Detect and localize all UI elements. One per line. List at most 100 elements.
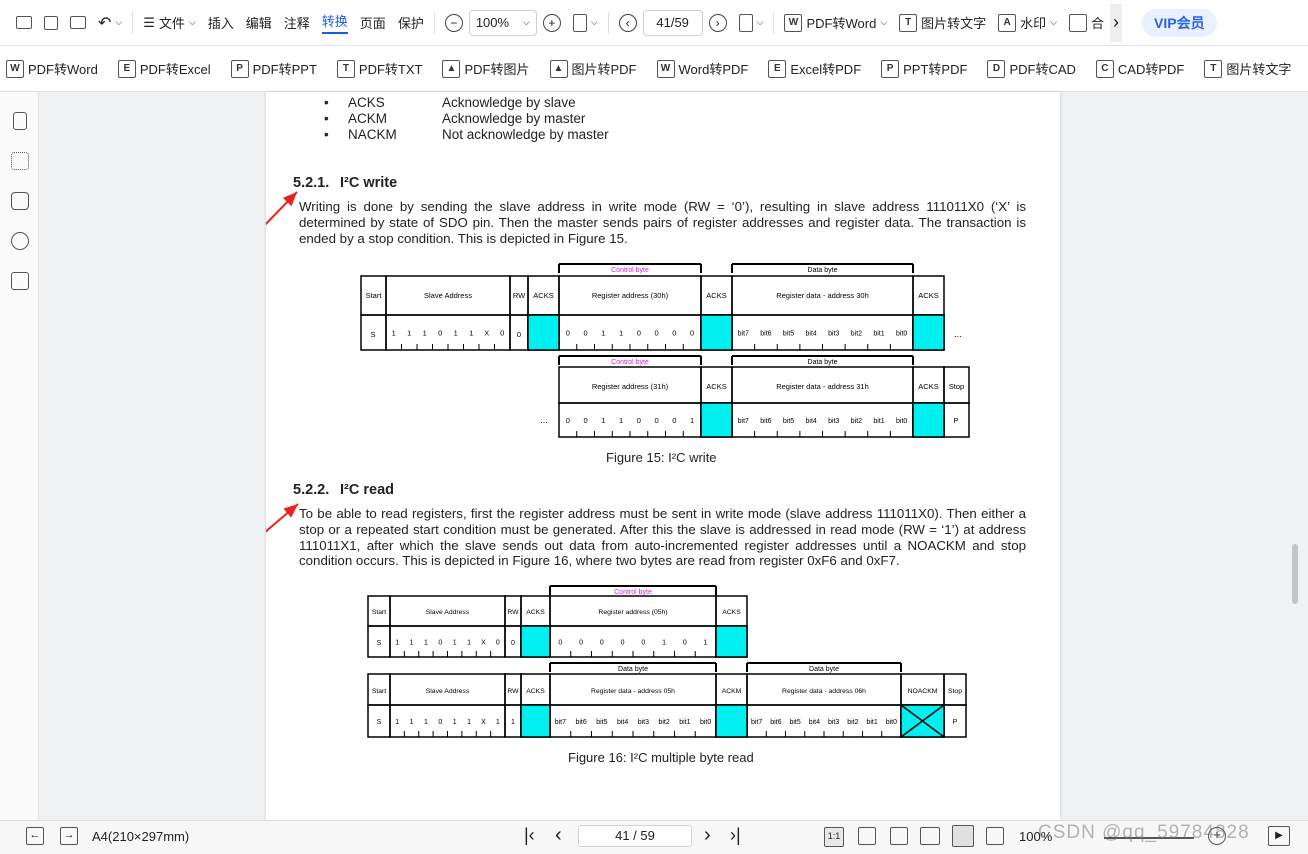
separator bbox=[607, 11, 609, 34]
convert-ppt-to-pdf[interactable]: P PPT转PDF bbox=[875, 54, 973, 84]
header-label: Slave Address bbox=[426, 688, 470, 695]
bit-label: bit1 bbox=[873, 418, 884, 425]
bit-label: bit5 bbox=[596, 719, 607, 726]
last-page-icon[interactable]: ›| bbox=[730, 825, 741, 846]
bit-label: 0 bbox=[438, 329, 442, 338]
pdf-to-word-button[interactable]: W PDF转Word ⌵ bbox=[778, 8, 893, 38]
fit-page-icon[interactable] bbox=[858, 827, 876, 845]
convert-pdf-to-cad[interactable]: D PDF转CAD bbox=[981, 54, 1081, 84]
image-pdf-icon: ▲ bbox=[549, 59, 568, 78]
paper-size: A4(210×297mm) bbox=[92, 829, 190, 844]
prev-page-button[interactable]: ‹ bbox=[613, 8, 643, 38]
expand-sidebar-icon[interactable]: → bbox=[60, 827, 78, 845]
watermark-button[interactable]: A 水印 ⌵ bbox=[992, 8, 1063, 38]
view-mode-button[interactable]: ⌵ bbox=[733, 8, 770, 38]
header-label: ACKS bbox=[918, 382, 938, 391]
two-page-icon[interactable] bbox=[986, 827, 1004, 845]
zoom-select[interactable]: 100% ⌵ bbox=[468, 9, 537, 36]
search-icon[interactable] bbox=[11, 232, 29, 250]
menu-edit-label: 编辑 bbox=[245, 16, 272, 31]
bit-label: 1 bbox=[467, 640, 471, 647]
bit-label: 0 bbox=[637, 329, 641, 338]
header-label: Start bbox=[366, 291, 383, 300]
bit-label: 0 bbox=[566, 416, 570, 425]
separator bbox=[773, 11, 775, 34]
menu-file-label: 文件 bbox=[158, 16, 185, 31]
continuous-page-icon[interactable] bbox=[952, 825, 974, 847]
convert-pdf-to-word[interactable]: W PDF转Word bbox=[0, 54, 104, 84]
collapse-sidebar-icon[interactable]: ← bbox=[26, 827, 44, 845]
open-icon[interactable] bbox=[10, 8, 38, 38]
document-icon bbox=[738, 13, 753, 32]
menu-insert[interactable]: 插入 bbox=[202, 8, 240, 38]
actual-size-icon[interactable]: 1:1 bbox=[824, 827, 844, 847]
bit-label: 1 bbox=[469, 329, 473, 338]
convert-cad-to-pdf[interactable]: C CAD转PDF bbox=[1090, 54, 1190, 84]
page-number-input[interactable]: 41/59 bbox=[642, 9, 703, 36]
bit-label: 1 bbox=[601, 416, 605, 425]
toolbar-scroll-right[interactable]: › bbox=[1110, 3, 1123, 42]
bit-label: bit4 bbox=[806, 418, 817, 425]
vip-button[interactable]: VIP会员 bbox=[1142, 8, 1217, 37]
zoom-out-button[interactable]: − bbox=[439, 8, 469, 38]
watermark-icon: A bbox=[998, 13, 1017, 32]
vertical-scrollbar[interactable] bbox=[1290, 92, 1308, 820]
menu-page-label: 页面 bbox=[359, 16, 386, 31]
menu-annotate[interactable]: 注释 bbox=[278, 8, 316, 38]
menu-convert[interactable]: 转换 bbox=[316, 8, 354, 38]
convert-label: PDF转Word bbox=[28, 62, 98, 77]
zoom-in-button[interactable]: + bbox=[537, 8, 567, 38]
fit-width-icon[interactable] bbox=[890, 827, 908, 845]
next-page-icon[interactable]: › bbox=[704, 824, 711, 847]
save-icon[interactable] bbox=[38, 8, 64, 38]
thumbnails-icon[interactable] bbox=[11, 152, 29, 170]
convert-pdf-to-txt[interactable]: T PDF转TXT bbox=[331, 54, 429, 84]
bit-label: 0 bbox=[641, 640, 645, 647]
header-label: Start bbox=[372, 688, 386, 695]
header-label: Register data - address 31h bbox=[776, 382, 869, 391]
convert-image-to-pdf[interactable]: ▲ 图片转PDF bbox=[544, 54, 643, 84]
bit-label: 0 bbox=[438, 719, 442, 726]
status-page-value: 41 / 59 bbox=[615, 828, 655, 843]
bit-label: 1 bbox=[662, 640, 666, 647]
bit-label: 1 bbox=[467, 719, 471, 726]
convert-excel-to-pdf[interactable]: E Excel转PDF bbox=[762, 54, 867, 84]
convert-pdf-to-ppt[interactable]: P PDF转PPT bbox=[225, 54, 323, 84]
undo-icon[interactable]: ↶ ⌵ bbox=[92, 8, 128, 38]
convert-label: PDF转TXT bbox=[358, 62, 423, 77]
single-page-icon[interactable] bbox=[920, 827, 940, 845]
data-byte-label: Data byte bbox=[809, 666, 839, 673]
bit-label: 0 bbox=[655, 329, 659, 338]
bit-label: bit5 bbox=[783, 418, 794, 425]
header-label: RW bbox=[513, 291, 526, 300]
first-page-icon[interactable]: |‹ bbox=[524, 825, 535, 846]
menu-protect[interactable]: 保护 bbox=[392, 8, 430, 38]
scrollbar-thumb[interactable] bbox=[1292, 544, 1298, 604]
bit-label: 1 bbox=[424, 640, 428, 647]
convert-pdf-to-excel[interactable]: E PDF转Excel bbox=[112, 54, 217, 84]
convert-word-to-pdf[interactable]: W Word转PDF bbox=[651, 54, 755, 84]
header-label: Slave Address bbox=[426, 609, 470, 616]
attachment-icon[interactable] bbox=[11, 272, 29, 290]
menu-edit[interactable]: 编辑 bbox=[240, 8, 278, 38]
menu-file[interactable]: ☰ 文件 ⌵ bbox=[137, 8, 202, 38]
convert-image-to-text[interactable]: T 图片转文字 bbox=[1198, 54, 1297, 84]
rotate-button[interactable]: ⌵ bbox=[567, 8, 604, 38]
print-icon[interactable] bbox=[64, 8, 92, 38]
image-to-text-button[interactable]: T 图片转文字 bbox=[893, 8, 992, 38]
fullscreen-icon[interactable]: ▶ bbox=[1268, 826, 1290, 846]
merge-button[interactable]: 合 bbox=[1063, 8, 1110, 38]
bit-label: bit1 bbox=[679, 719, 690, 726]
prev-page-icon[interactable]: ‹ bbox=[555, 824, 562, 847]
next-page-button[interactable]: › bbox=[703, 8, 733, 38]
status-page-input[interactable]: 41 / 59 bbox=[578, 825, 692, 847]
bookmark-icon[interactable] bbox=[13, 112, 27, 130]
header-label: Stop bbox=[948, 688, 962, 695]
rw-bit: 1 bbox=[511, 719, 515, 726]
ppt-icon: P bbox=[230, 59, 249, 78]
bit-label: 0 bbox=[584, 329, 588, 338]
comment-icon[interactable] bbox=[11, 192, 29, 210]
menu-page[interactable]: 页面 bbox=[354, 8, 392, 38]
convert-label: PPT转PDF bbox=[903, 62, 968, 77]
convert-pdf-to-image[interactable]: ▲ PDF转图片 bbox=[436, 54, 535, 84]
